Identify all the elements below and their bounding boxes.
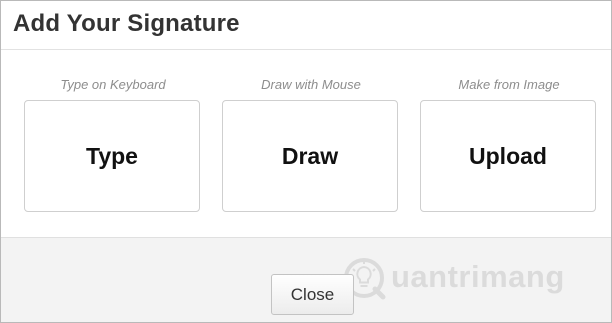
option-caption: Make from Image [458, 77, 560, 92]
upload-signature-button[interactable]: Upload [420, 100, 596, 212]
option-caption: Type on Keyboard [60, 77, 166, 92]
type-signature-button[interactable]: Type [24, 100, 200, 212]
dialog-title: Add Your Signature [13, 10, 240, 37]
option-label: Upload [469, 143, 547, 169]
dialog-header: Add Your Signature [1, 1, 611, 50]
option-label: Type [86, 143, 138, 169]
signature-options: Type on Keyboard Type Draw with Mouse Dr… [1, 50, 611, 236]
draw-signature-button[interactable]: Draw [222, 100, 398, 212]
option-caption: Draw with Mouse [261, 77, 361, 92]
close-button[interactable]: Close [271, 274, 354, 315]
option-label: Draw [281, 143, 339, 169]
watermark-text: uantrimang [391, 259, 565, 294]
dialog-footer: uantrimang Close [1, 237, 611, 322]
signature-dialog: Add Your Signature Type on Keyboard Type… [0, 0, 612, 323]
